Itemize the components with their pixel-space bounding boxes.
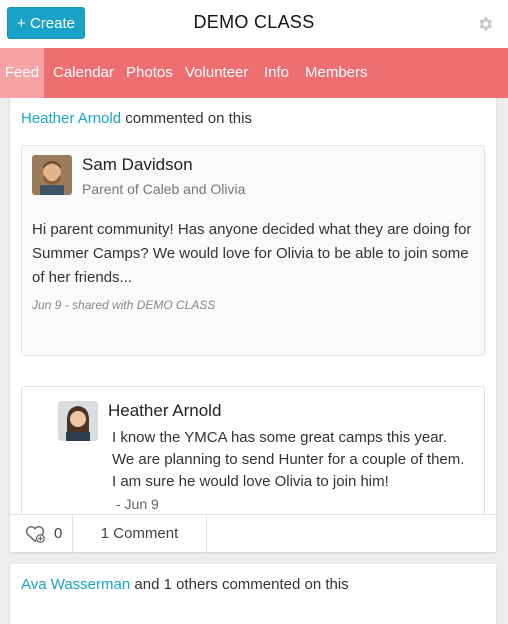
comments-button[interactable]: 1 Comment	[73, 515, 207, 553]
class-nav: Feed Calendar Photos Volunteer Info Memb…	[0, 48, 508, 98]
heart-icon	[25, 526, 45, 543]
gear-icon[interactable]	[476, 15, 494, 33]
post-meta: Jun 9 - shared with DEMO CLASS	[32, 298, 216, 312]
comment: Heather Arnold I know the YMCA has some …	[21, 386, 485, 514]
post-author-subtitle: Parent of Caleb and Olivia	[82, 181, 246, 197]
tab-calendar[interactable]: Calendar	[53, 48, 114, 98]
feed-card: Ava Wasserman and 1 others commented on …	[10, 564, 496, 624]
post-author[interactable]: Sam Davidson	[82, 155, 193, 175]
like-count: 0	[54, 525, 63, 542]
activity-text: and 1 others commented on this	[134, 576, 349, 593]
tab-photos[interactable]: Photos	[126, 48, 173, 98]
post-text: Hi parent community! Has anyone decided …	[32, 221, 472, 286]
card-footer: 0 1 Comment	[10, 514, 496, 553]
comment-body: I know the YMCA has some great camps thi…	[112, 429, 465, 490]
comment-text: I know the YMCA has some great camps thi…	[112, 427, 472, 516]
like-button[interactable]: 0	[10, 515, 73, 553]
tab-members[interactable]: Members	[305, 48, 368, 98]
tab-volunteer[interactable]: Volunteer	[185, 48, 248, 98]
class-title: DEMO CLASS	[193, 12, 315, 32]
comment-author[interactable]: Heather Arnold	[108, 401, 221, 421]
commenter-link[interactable]: Ava Wasserman	[21, 576, 130, 593]
comment-time: - Jun 9	[116, 496, 159, 512]
original-post: Sam Davidson Parent of Caleb and Olivia …	[21, 145, 485, 356]
avatar[interactable]	[32, 155, 72, 195]
top-bar: + Create DEMO CLASS	[0, 0, 508, 48]
activity-text: commented on this	[125, 110, 252, 127]
tab-feed[interactable]: Feed	[0, 48, 44, 98]
activity-line: Heather Arnold commented on this	[21, 110, 252, 127]
commenter-link[interactable]: Heather Arnold	[21, 110, 121, 127]
avatar[interactable]	[58, 401, 98, 441]
feed-card: Heather Arnold commented on this Sam Dav…	[10, 98, 496, 553]
tab-info[interactable]: Info	[264, 48, 289, 98]
activity-line: Ava Wasserman and 1 others commented on …	[21, 576, 349, 593]
